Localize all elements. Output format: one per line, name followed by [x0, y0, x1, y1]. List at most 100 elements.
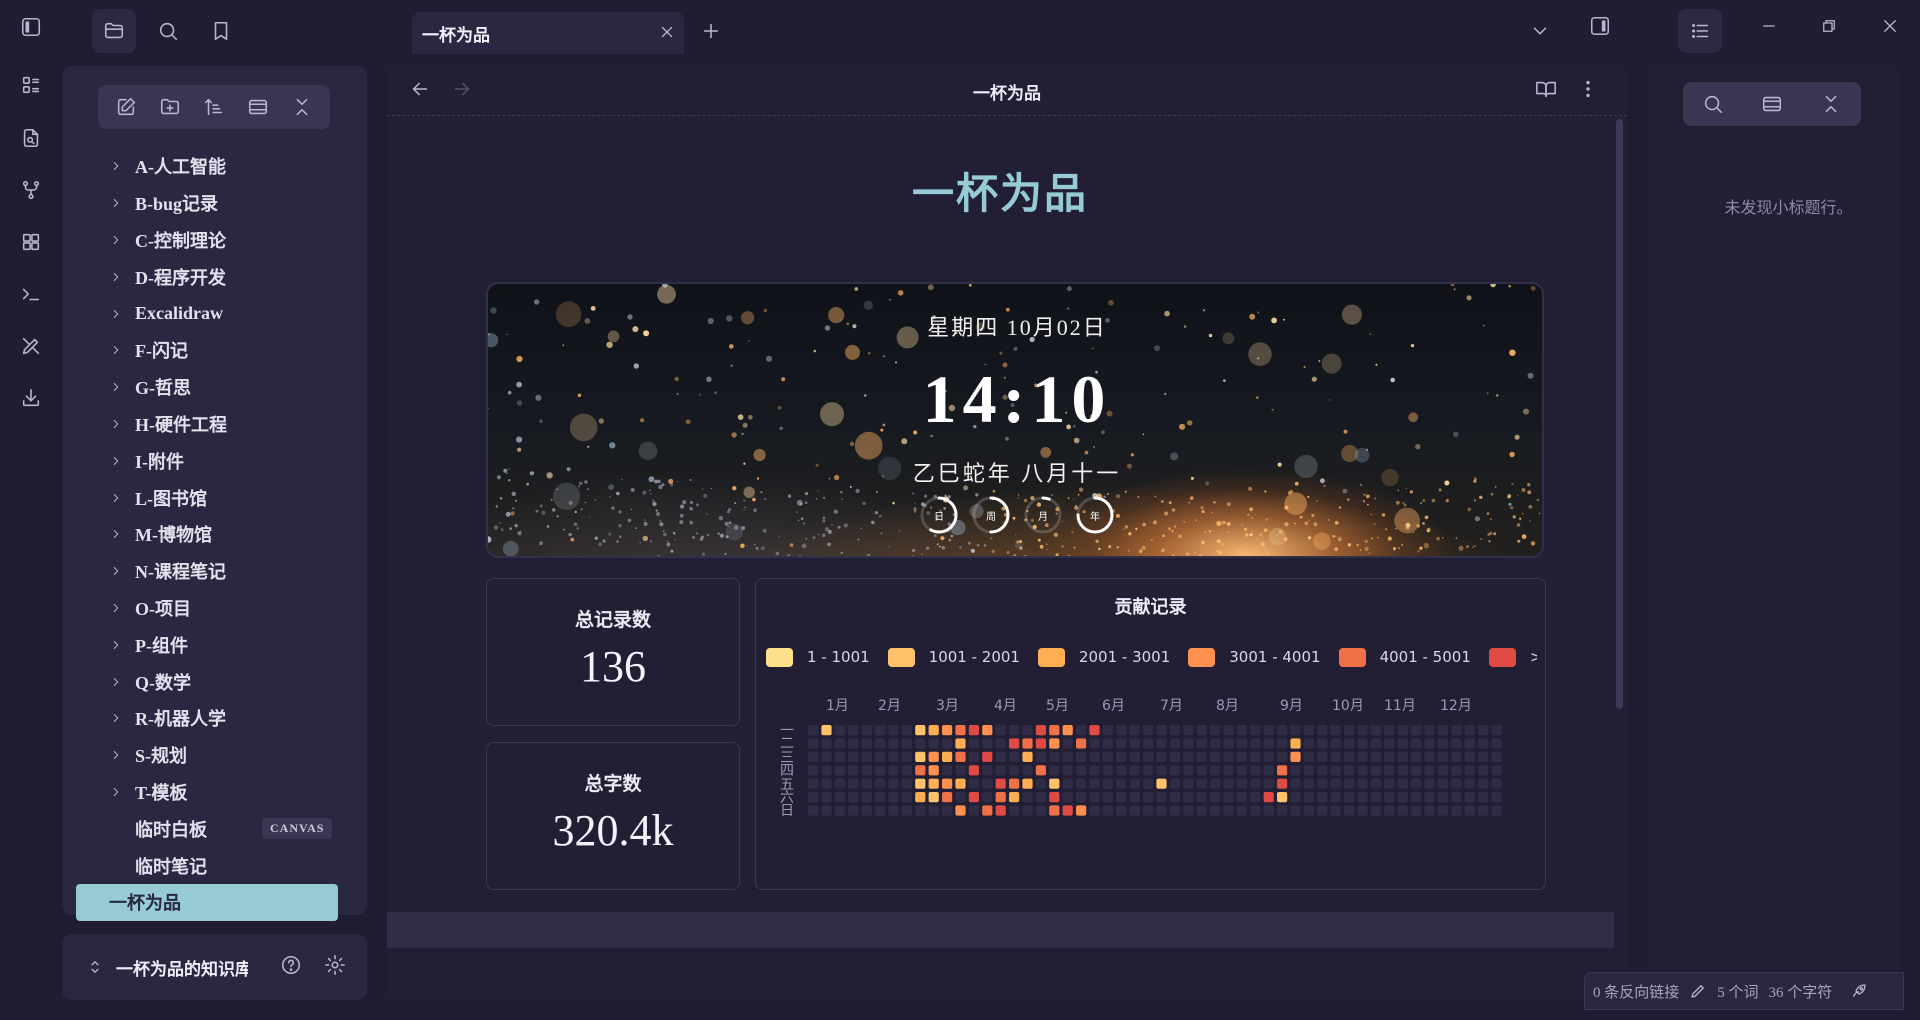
heatmap-cell[interactable] [1344, 805, 1355, 816]
heatmap-cell[interactable] [1009, 805, 1020, 816]
heatmap-cell[interactable] [955, 805, 966, 816]
heatmap-cell[interactable] [1491, 765, 1502, 776]
heatmap-cell[interactable] [834, 738, 845, 749]
restore-button[interactable] [1807, 4, 1851, 48]
heatmap-cell[interactable] [1317, 738, 1328, 749]
heatmap-cell[interactable] [1451, 792, 1462, 803]
heatmap-cell[interactable] [1156, 725, 1167, 736]
heatmap-cell[interactable] [1049, 778, 1060, 789]
heatmap-cell[interactable] [1263, 725, 1274, 736]
heatmap-cell[interactable] [1384, 738, 1395, 749]
heatmap-cell[interactable] [1478, 805, 1489, 816]
heatmap-cell[interactable] [915, 778, 926, 789]
heatmap-cell[interactable] [1049, 725, 1060, 736]
heatmap-cell[interactable] [1143, 765, 1154, 776]
heatmap-cell[interactable] [1009, 751, 1020, 762]
heatmap-cell[interactable] [848, 792, 859, 803]
heatmap-cell[interactable] [1116, 738, 1127, 749]
ribbon-excalidraw-button[interactable] [16, 331, 46, 361]
heatmap-cell[interactable] [1169, 805, 1180, 816]
tree-folder[interactable]: H-硬件工程 [62, 406, 367, 443]
heatmap-cell[interactable] [1236, 738, 1247, 749]
heatmap-cell[interactable] [1129, 751, 1140, 762]
heatmap-cell[interactable] [1290, 778, 1301, 789]
heatmap-cell[interactable] [1116, 805, 1127, 816]
heatmap-cell[interactable] [1357, 725, 1368, 736]
heatmap-cell[interactable] [1451, 765, 1462, 776]
heatmap-cell[interactable] [928, 805, 939, 816]
tree-file[interactable]: 临时笔记 [62, 847, 367, 884]
heatmap-cell[interactable] [915, 738, 926, 749]
heatmap-cell[interactable] [901, 805, 912, 816]
heatmap-cell[interactable] [1022, 778, 1033, 789]
heatmap-cell[interactable] [1009, 778, 1020, 789]
tree-folder[interactable]: N-课程笔记 [62, 553, 367, 590]
heatmap-cell[interactable] [861, 792, 872, 803]
tree-folder[interactable]: O-项目 [62, 590, 367, 627]
heatmap-cell[interactable] [875, 738, 886, 749]
heatmap-cell[interactable] [1143, 751, 1154, 762]
heatmap-cell[interactable] [1384, 725, 1395, 736]
bookmarks-tab-button[interactable] [199, 9, 243, 53]
heatmap-cell[interactable] [942, 792, 953, 803]
heatmap-cell[interactable] [1263, 738, 1274, 749]
heatmap-cell[interactable] [982, 805, 993, 816]
tree-folder[interactable]: T-模板 [62, 774, 367, 811]
heatmap-cell[interactable] [1049, 751, 1060, 762]
heatmap-cell[interactable] [1250, 765, 1261, 776]
heatmap-cell[interactable] [1022, 765, 1033, 776]
heatmap-cell[interactable] [1035, 738, 1046, 749]
heatmap-cell[interactable] [1210, 738, 1221, 749]
heatmap-cell[interactable] [1076, 725, 1087, 736]
heatmap-cell[interactable] [1196, 725, 1207, 736]
heatmap-cell[interactable] [968, 778, 979, 789]
heatmap-cell[interactable] [1102, 725, 1113, 736]
help-button[interactable] [280, 954, 302, 981]
heatmap-cell[interactable] [1464, 805, 1475, 816]
heatmap-cell[interactable] [1478, 725, 1489, 736]
heatmap-cell[interactable] [834, 725, 845, 736]
heatmap-cell[interactable] [1236, 778, 1247, 789]
heatmap-cell[interactable] [1035, 765, 1046, 776]
heatmap-cell[interactable] [1223, 738, 1234, 749]
heatmap-cell[interactable] [928, 725, 939, 736]
heatmap-cell[interactable] [1317, 725, 1328, 736]
heatmap-cell[interactable] [1089, 778, 1100, 789]
heatmap-cell[interactable] [1102, 751, 1113, 762]
heatmap-cell[interactable] [1102, 805, 1113, 816]
heatmap-cell[interactable] [1464, 725, 1475, 736]
heatmap-cell[interactable] [915, 792, 926, 803]
heatmap-cell[interactable] [1263, 792, 1274, 803]
tree-folder[interactable]: S-规划 [62, 737, 367, 774]
heatmap-cell[interactable] [942, 778, 953, 789]
heatmap-cell[interactable] [821, 751, 832, 762]
heatmap-cell[interactable] [1062, 738, 1073, 749]
heatmap-cell[interactable] [1196, 778, 1207, 789]
heatmap-cell[interactable] [1022, 751, 1033, 762]
heatmap-cell[interactable] [1236, 751, 1247, 762]
heatmap-cell[interactable] [1357, 792, 1368, 803]
new-folder-icon[interactable] [159, 96, 181, 118]
heatmap-cell[interactable] [1062, 792, 1073, 803]
heatmap-cell[interactable] [1196, 792, 1207, 803]
heatmap-cell[interactable] [821, 792, 832, 803]
heatmap-cell[interactable] [1116, 725, 1127, 736]
heatmap-cell[interactable] [982, 778, 993, 789]
heatmap-cell[interactable] [1116, 765, 1127, 776]
heatmap-cell[interactable] [1076, 738, 1087, 749]
heatmap-cell[interactable] [1062, 805, 1073, 816]
heatmap-cell[interactable] [1290, 725, 1301, 736]
heatmap-cell[interactable] [1250, 725, 1261, 736]
heatmap-cell[interactable] [928, 765, 939, 776]
heatmap-cell[interactable] [1370, 725, 1381, 736]
heatmap-cell[interactable] [1330, 805, 1341, 816]
heatmap-cell[interactable] [995, 792, 1006, 803]
heatmap-cell[interactable] [1277, 751, 1288, 762]
heatmap-cell[interactable] [1263, 751, 1274, 762]
heatmap-cell[interactable] [1143, 805, 1154, 816]
heatmap-cell[interactable] [1035, 725, 1046, 736]
heatmap-cell[interactable] [1022, 725, 1033, 736]
heatmap-cell[interactable] [1277, 765, 1288, 776]
heatmap-cell[interactable] [834, 778, 845, 789]
heatmap-cell[interactable] [1183, 778, 1194, 789]
